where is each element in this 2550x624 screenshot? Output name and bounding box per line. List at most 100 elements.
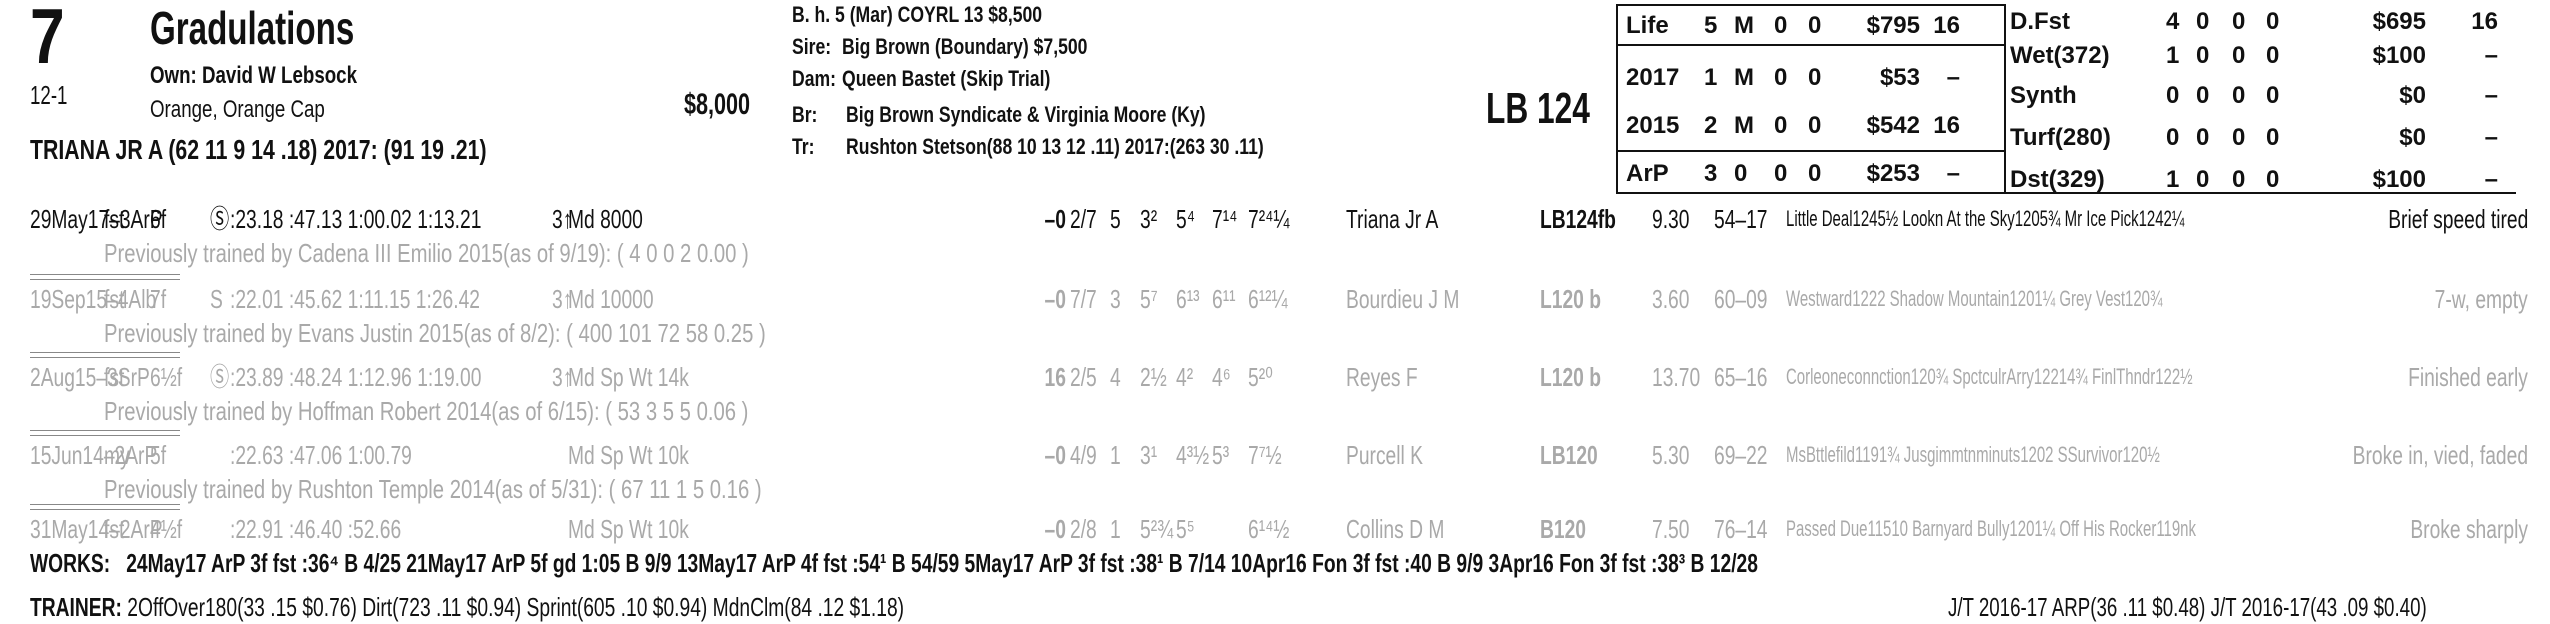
race-fin: 6¹⁴½ [1248, 514, 1290, 544]
owner-line: Own: David W Lebsock [150, 62, 357, 89]
race-trk: 65–16 [1714, 362, 1768, 392]
race-jockey: Purcell K [1346, 440, 1423, 470]
breeder-label: Br: [792, 102, 818, 127]
race-st: 1 [1110, 440, 1121, 470]
race-separator [30, 504, 180, 505]
race-fig: 16 [1044, 362, 1066, 392]
jockey-line: TRIANA JR A (62 11 9 14 .18) 2017: (91 1… [30, 134, 487, 165]
race-pp: 7/7 [1070, 284, 1097, 314]
race-pp: 4/9 [1070, 440, 1097, 470]
race-comment: Broke in, vied, faded [2352, 440, 2528, 470]
race-c2: 5⁵ [1176, 514, 1195, 544]
stat-earn: $100 [2372, 42, 2426, 69]
stat-c2: 0 [2196, 166, 2210, 193]
race-odds: 13.70 [1652, 362, 1701, 392]
race-odds: 3.60 [1652, 284, 1690, 314]
race-st: 4 [1110, 362, 1121, 392]
stat-label: Wet(372) [2010, 42, 2110, 69]
stat-c3: 0 [1774, 64, 1788, 91]
race-fin: 7²⁴¼ [1248, 204, 1290, 234]
race-fin: 7⁷½ [1248, 440, 1282, 470]
stat-label: Synth [2010, 82, 2077, 109]
stats-2015-underline [1616, 150, 2006, 152]
stat-earn: $695 [2372, 8, 2426, 35]
race-cond: fst [104, 284, 125, 314]
stat-fig: 16 [1933, 112, 1960, 139]
stat-c3: 0 [1774, 12, 1788, 39]
race-c3: 4⁶ [1212, 362, 1231, 392]
stat-label: D.Fst [2010, 8, 2070, 35]
race-jockey: Triana Jr A [1346, 204, 1439, 234]
trainer-label: Tr: [792, 134, 815, 159]
stat-c2: 0 [2196, 82, 2210, 109]
stat-c1: 5 [1704, 12, 1718, 39]
race-st: 1 [1110, 514, 1121, 544]
stat-fig: – [2484, 166, 2498, 193]
race-dist: 6½f [150, 362, 183, 392]
race-fractions: :23.89 :48.24 1:12.96 1:19.00 [230, 362, 482, 392]
race-c1: 2½ [1140, 362, 1167, 392]
race-trk: 60–09 [1714, 284, 1768, 314]
stats-divider-left [1616, 4, 1618, 194]
stat-c2: M [1734, 112, 1754, 139]
race-cond: fst [104, 362, 125, 392]
works-label: WORKS: [30, 548, 111, 578]
stat-c2: M [1734, 12, 1754, 39]
race-c2: 4² [1176, 362, 1194, 392]
race-cond: fst [104, 204, 125, 234]
stat-c3: 0 [2232, 124, 2246, 151]
race-jockey: Collins D M [1346, 514, 1445, 544]
race-fig: –0 [1044, 284, 1066, 314]
works-line: WORKS: 24May17 ArP 3f fst :36⁴ B 4/25 21… [30, 548, 2365, 578]
race-st: 3 [1110, 284, 1121, 314]
race-comment: Brief speed tired [2387, 204, 2528, 234]
race-separator [30, 279, 180, 280]
stat-c2: 0 [2196, 42, 2210, 69]
stat-c1: 0 [2166, 124, 2180, 151]
stat-fig: 16 [2471, 8, 2498, 35]
race-fractions: :22.91 :46.40 :52.66 [230, 514, 402, 544]
sire: Big Brown (Boundary) $7,500 [842, 34, 1088, 59]
race-fig: –0 [1044, 514, 1066, 544]
stat-label: Life [1626, 12, 1669, 39]
stat-earn: $0 [2399, 124, 2426, 151]
race-pp: 2/8 [1070, 514, 1097, 544]
race-c1: 3¹ [1140, 440, 1158, 470]
race-fig: –0 [1044, 204, 1066, 234]
stat-fig: – [2484, 82, 2498, 109]
race-wt: L120 b [1540, 362, 1601, 392]
race-trk: 76–14 [1714, 514, 1768, 544]
stat-c1: 1 [1704, 64, 1718, 91]
race-c2: 5⁴ [1176, 204, 1195, 234]
stat-c3: 0 [2232, 42, 2246, 69]
weight-label: LB 124 [1486, 84, 1590, 133]
horse-name: Gradulations [150, 2, 355, 54]
stat-earn: $100 [2372, 166, 2426, 193]
stat-fig: 16 [1933, 12, 1960, 39]
stat-c4: 0 [1808, 64, 1822, 91]
race-comment: 7-w, empty [2434, 284, 2528, 314]
stat-c4: 0 [2266, 82, 2280, 109]
race-cond: my [104, 440, 130, 470]
stat-c1: 4 [2166, 8, 2180, 35]
race-wt: LB124fb [1540, 204, 1616, 234]
race-separator [30, 274, 180, 275]
stat-label: ArP [1626, 160, 1669, 187]
race-odds: 7.50 [1652, 514, 1690, 544]
race-c3: 5³ [1212, 440, 1230, 470]
dam: Queen Bastet (Skip Trial) [842, 66, 1051, 91]
stat-c3: 0 [2232, 166, 2246, 193]
breeder: Big Brown Syndicate & Virginia Moore (Ky… [846, 102, 1206, 127]
claiming-price: $8,000 [684, 88, 751, 121]
stat-c2: 0 [2196, 124, 2210, 151]
silks: Orange, Orange Cap [150, 96, 325, 123]
race-c1: 5⁷ [1140, 284, 1158, 314]
program-number: 7 [30, 0, 65, 80]
race-dist: 7f [150, 284, 167, 314]
stat-c4: 0 [1808, 112, 1822, 139]
race-dist: 6f [150, 204, 167, 234]
race-separator [30, 435, 180, 436]
race-c3: 6¹¹ [1212, 284, 1236, 314]
stats-top-line [1616, 4, 2006, 6]
stat-c2: 0 [2196, 8, 2210, 35]
